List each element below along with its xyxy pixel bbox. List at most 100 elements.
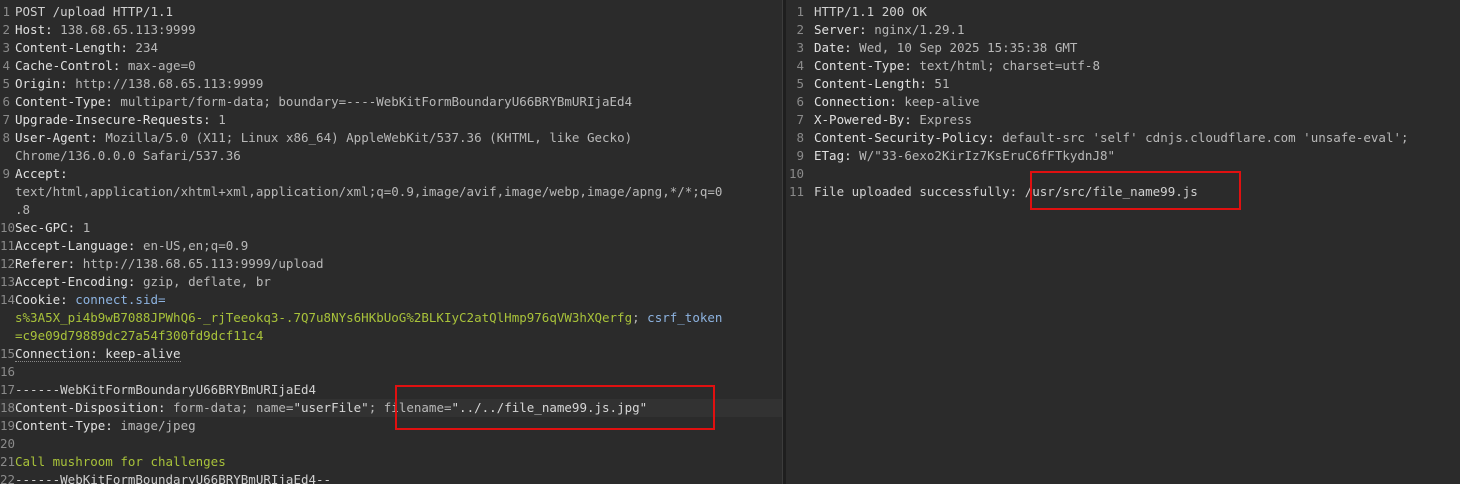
line-number: 11	[788, 184, 804, 199]
request-line: 10 Sec-GPC: 1	[0, 219, 782, 237]
token: .8	[15, 202, 31, 217]
response-line: 9 ETag: W/"33-6exo2KirIz7KsEruC6fFTkydnJ8…	[786, 147, 1460, 165]
line-text[interactable]: text/html,application/xhtml+xml,applicat…	[15, 183, 722, 201]
line-text[interactable]: s%3A5X_pi4b9wB7088JPWhQ6-_rjTeeokq3-.7Q7…	[15, 309, 722, 327]
line-text[interactable]: Date: Wed, 10 Sep 2025 15:35:38 GMT	[814, 39, 1077, 57]
request-line: 13 Accept-Encoding: gzip, deflate, br	[0, 273, 782, 291]
line-text[interactable]: ETag: W/"33-6exo2KirIz7KsEruC6fFTkydnJ8"	[814, 147, 1115, 165]
line-number: 9	[2, 166, 10, 181]
request-line: 5 Origin: http://138.68.65.113:9999	[0, 75, 782, 93]
response-editor-pane[interactable]: 1 HTTP/1.1 200 OK 2 Server: nginx/1.29.1 3 Da…	[786, 0, 1460, 484]
line-text[interactable]: POST /upload HTTP/1.1	[15, 3, 173, 21]
response-line: 6 Connection: keep-alive	[786, 93, 1460, 111]
token: http://138.68.65.113:9999/upload	[75, 256, 324, 271]
request-line: 1 POST /upload HTTP/1.1	[0, 3, 782, 21]
token: W/"33-6exo2KirIz7KsEruC6fFTkydnJ8"	[851, 148, 1116, 163]
line-number: 3	[2, 40, 10, 55]
line-text[interactable]: Accept-Language: en-US,en;q=0.9	[15, 237, 248, 255]
token: text/html; charset=utf-8	[911, 58, 1100, 73]
token: ------WebKitFormBoundaryU66BRYBmURIjaEd4	[15, 382, 317, 397]
response-line: 4 Content-Type: text/html; charset=utf-8	[786, 57, 1460, 75]
token: ; filename=	[368, 400, 452, 415]
token: Cache-Control:	[15, 58, 121, 73]
token: HTTP/1.1 200 OK	[814, 4, 927, 19]
line-text[interactable]: Content-Disposition: form-data; name="us…	[15, 399, 647, 417]
token: Content-Type:	[15, 418, 113, 433]
request-lines: 1 POST /upload HTTP/1.1 2 Host: 138.68.65.1…	[0, 3, 782, 484]
line-text[interactable]: Cache-Control: max-age=0	[15, 57, 196, 75]
request-editor-pane[interactable]: 1 POST /upload HTTP/1.1 2 Host: 138.68.65.1…	[0, 0, 782, 484]
line-text[interactable]: ------WebKitFormBoundaryU66BRYBmURIjaEd4…	[15, 471, 331, 484]
token: image/jpeg	[112, 418, 196, 433]
line-number: 21	[0, 454, 16, 469]
line-number: 1	[2, 4, 10, 19]
line-text[interactable]: Accept:	[15, 165, 68, 183]
token: Connection: keep-alive	[15, 346, 181, 362]
request-line: 8 User-Agent: Mozilla/5.0 (X11; Linux x86…	[0, 129, 782, 147]
token: Call mushroom for challenges	[15, 454, 226, 469]
token: Accept-Language:	[15, 238, 136, 253]
line-text[interactable]: Referer: http://138.68.65.113:9999/uploa…	[15, 255, 324, 273]
token: Accept-Encoding:	[15, 274, 136, 289]
token: nginx/1.29.1	[866, 22, 965, 37]
line-text[interactable]: Content-Type: multipart/form-data; bound…	[15, 93, 632, 111]
line-text[interactable]: Sec-GPC: 1	[15, 219, 90, 237]
line-text[interactable]: Connection: keep-alive	[814, 93, 980, 111]
line-text[interactable]: Content-Type: text/html; charset=utf-8	[814, 57, 1100, 75]
line-number: 11	[0, 238, 16, 253]
token: text/html,application/xhtml+xml,applicat…	[15, 184, 723, 199]
token: Host:	[15, 22, 53, 37]
line-text[interactable]: Origin: http://138.68.65.113:9999	[15, 75, 263, 93]
response-line: 3 Date: Wed, 10 Sep 2025 15:35:38 GMT	[786, 39, 1460, 57]
token: Content-Security-Policy:	[814, 130, 995, 145]
line-number: 19	[0, 418, 16, 433]
token: Accept:	[15, 166, 68, 181]
token: X-Powered-By:	[814, 112, 912, 127]
line-number: 14	[0, 292, 16, 307]
line-text[interactable]: =c9e09d79889dc27a54f300fd9dcf11c4	[15, 327, 263, 345]
token: /usr/src/file_name99.js	[1024, 184, 1198, 199]
request-line: 22 ------WebKitFormBoundaryU66BRYBmURIjaE…	[0, 471, 782, 484]
token: Express	[911, 112, 973, 127]
line-text[interactable]: Host: 138.68.65.113:9999	[15, 21, 196, 39]
token: "userFile"	[293, 400, 369, 415]
line-number: 6	[2, 94, 10, 109]
line-text[interactable]: Content-Length: 51	[814, 75, 949, 93]
token: 138.68.65.113:9999	[52, 22, 196, 37]
line-text[interactable]: Content-Type: image/jpeg	[15, 417, 196, 435]
line-text[interactable]: User-Agent: Mozilla/5.0 (X11; Linux x86_…	[15, 129, 632, 147]
token: Server:	[814, 22, 867, 37]
token: s%3A5X_pi4b9wB7088JPWhQ6-_rjTeeokq3-.7Q7…	[15, 310, 633, 325]
line-text[interactable]: .8	[15, 201, 30, 219]
token: User-Agent:	[15, 130, 98, 145]
request-line: text/html,application/xhtml+xml,applicat…	[0, 183, 782, 201]
line-text[interactable]: Chrome/136.0.0.0 Safari/537.36	[15, 147, 241, 165]
request-line: 21 Call mushroom for challenges	[0, 453, 782, 471]
line-number: 16	[0, 364, 16, 379]
line-text[interactable]: HTTP/1.1 200 OK	[814, 3, 927, 21]
token: Origin:	[15, 76, 68, 91]
token: ETag:	[814, 148, 852, 163]
token: Date:	[814, 40, 852, 55]
response-line: 5 Content-Length: 51	[786, 75, 1460, 93]
line-text[interactable]: Connection: keep-alive	[15, 345, 181, 363]
line-text[interactable]: Upgrade-Insecure-Requests: 1	[15, 111, 226, 129]
line-text[interactable]: Cookie: connect.sid=	[15, 291, 166, 309]
line-text[interactable]: X-Powered-By: Express	[814, 111, 972, 129]
line-text[interactable]: Content-Length: 234	[15, 39, 158, 57]
token: 234	[127, 40, 158, 55]
request-line: 11 Accept-Language: en-US,en;q=0.9	[0, 237, 782, 255]
token: Content-Type:	[15, 94, 113, 109]
line-text[interactable]: Content-Security-Policy: default-src 'se…	[814, 129, 1409, 147]
token: default-src 'self' cdnjs.cloudflare.com …	[994, 130, 1409, 145]
line-text[interactable]: ------WebKitFormBoundaryU66BRYBmURIjaEd4	[15, 381, 316, 399]
line-text[interactable]: Server: nginx/1.29.1	[814, 21, 965, 39]
token: Mozilla/5.0 (X11; Linux x86_64) AppleWeb…	[97, 130, 633, 145]
token: gzip, deflate, br	[135, 274, 271, 289]
token: Referer:	[15, 256, 76, 271]
response-line: 10	[786, 165, 1460, 183]
line-text[interactable]: File uploaded successfully: /usr/src/fil…	[814, 183, 1198, 201]
line-text[interactable]: Accept-Encoding: gzip, deflate, br	[15, 273, 271, 291]
line-number: 15	[0, 346, 16, 361]
line-text[interactable]: Call mushroom for challenges	[15, 453, 226, 471]
